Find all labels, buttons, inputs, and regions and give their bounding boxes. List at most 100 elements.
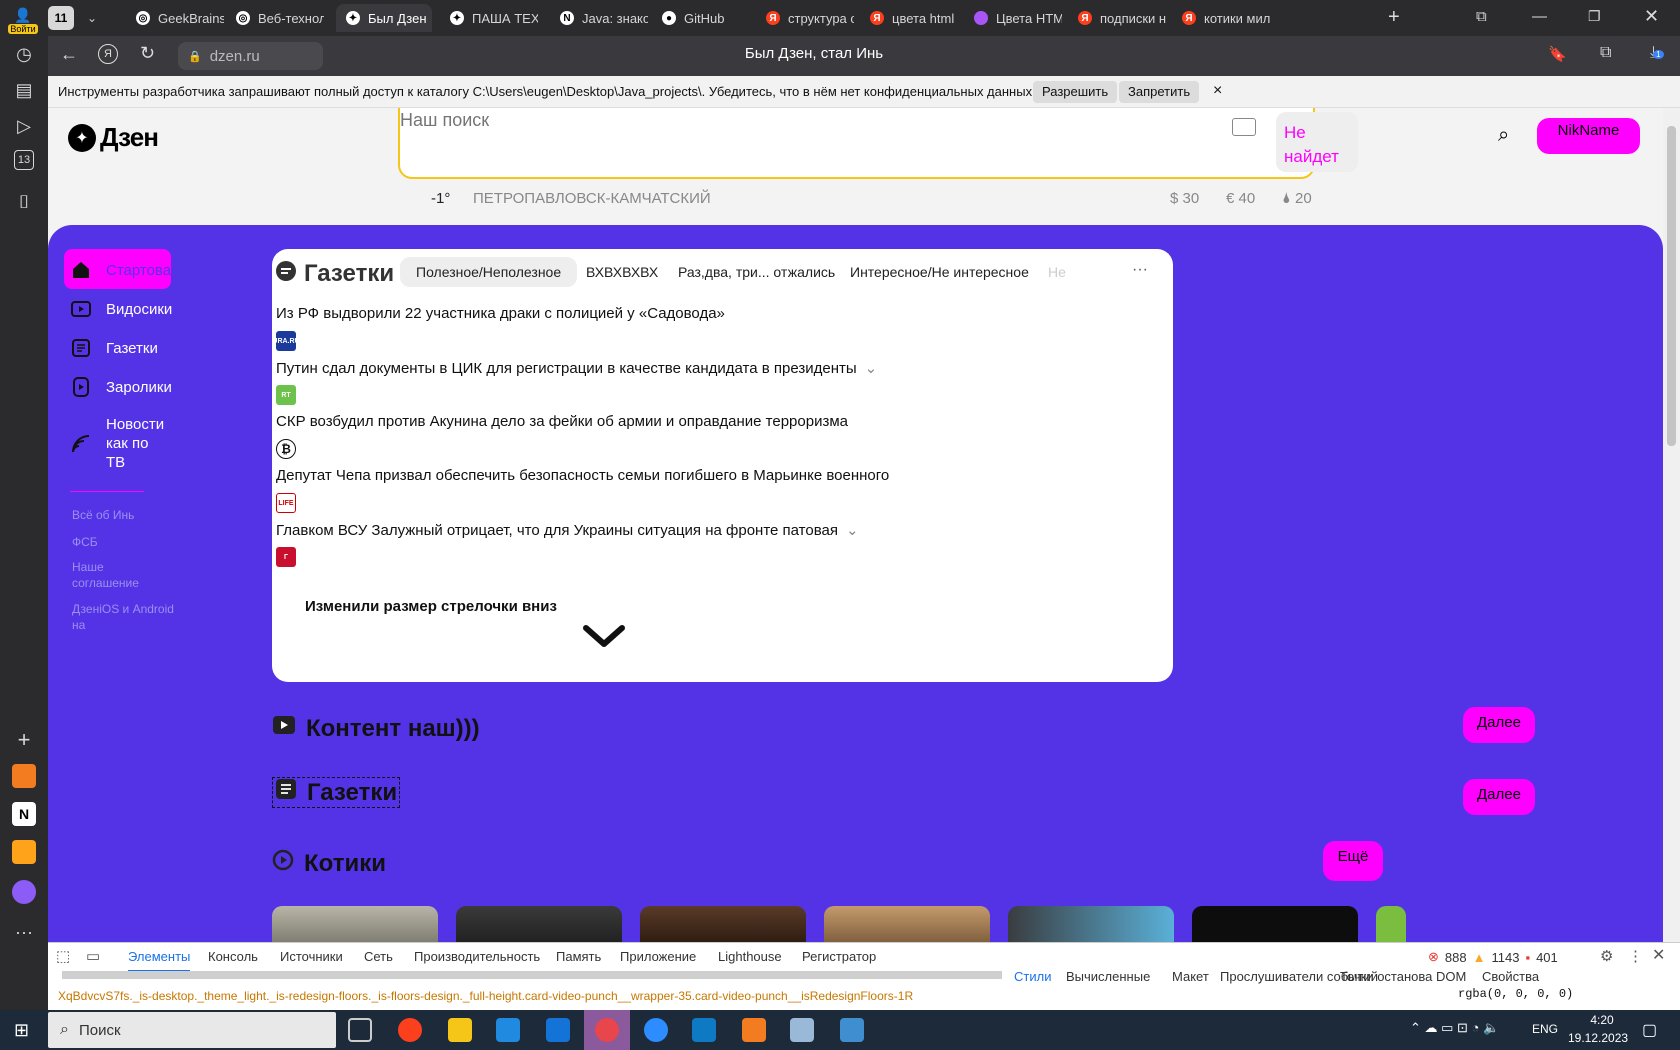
- tab-5[interactable]: N Java: знаком: [550, 4, 648, 32]
- video-icon[interactable]: ▷: [10, 112, 38, 140]
- news-source-logo[interactable]: RT: [276, 385, 296, 405]
- vscode-icon[interactable]: [692, 1018, 716, 1042]
- calendar-icon[interactable]: 13: [14, 150, 34, 170]
- reading-list-icon[interactable]: ⧉: [1600, 44, 1611, 62]
- tab-11[interactable]: Якотики мил: [1172, 4, 1270, 32]
- section-cats-title[interactable]: Котики: [272, 849, 386, 878]
- cat-thumbnail[interactable]: [456, 906, 622, 942]
- styles-pane-tab[interactable]: Свойства: [1482, 969, 1539, 984]
- styles-pane-tab[interactable]: Макет: [1172, 969, 1209, 984]
- devtools-tab[interactable]: Lighthouse: [718, 949, 782, 964]
- styles-pane-tab[interactable]: Стили: [1014, 969, 1051, 984]
- news-item[interactable]: Путин сдал документы в ЦИК для регистрац…: [276, 359, 877, 378]
- inspect-icon[interactable]: ⬚: [56, 947, 70, 965]
- zoom-icon[interactable]: [644, 1018, 668, 1042]
- dom-breadcrumb[interactable]: XqBdvcvS7fs._is-desktop._theme_light._is…: [58, 989, 988, 1003]
- keyboard-icon[interactable]: [1232, 118, 1256, 136]
- kebab-icon[interactable]: ⋮: [1628, 947, 1643, 965]
- sidebar-item-shorts[interactable]: Заролики: [70, 376, 172, 398]
- news-source-logo[interactable]: URA.RU: [272, 331, 300, 351]
- tab-3[interactable]: ✦Был Дзен✕: [336, 4, 432, 32]
- cat-thumbnail[interactable]: [824, 906, 990, 942]
- chevron-down-icon[interactable]: ⌄: [846, 521, 859, 539]
- task-view-icon[interactable]: [348, 1018, 372, 1042]
- more-icon[interactable]: ···: [1132, 261, 1148, 279]
- store-icon[interactable]: [496, 1018, 520, 1042]
- notifications-icon[interactable]: ▢: [1642, 1020, 1657, 1040]
- sidebar-item-newspapers[interactable]: Газетки: [70, 337, 158, 359]
- cat-thumbnail[interactable]: [272, 906, 438, 942]
- news-source-logo[interactable]: LIFE: [276, 493, 296, 513]
- page-scrollbar[interactable]: [1663, 108, 1680, 942]
- cat-thumbnail[interactable]: [640, 906, 806, 942]
- oil-rate[interactable]: 🌢 20: [1282, 190, 1312, 207]
- section-content-title[interactable]: Контент наш))): [272, 713, 480, 744]
- devtools-tab[interactable]: Производительность: [414, 949, 540, 964]
- deny-button[interactable]: Запретить: [1119, 81, 1200, 103]
- screenshot-icon[interactable]: ⌷: [10, 188, 38, 216]
- weather[interactable]: -1°: [431, 190, 450, 207]
- close-window-icon[interactable]: ✕: [1644, 6, 1659, 27]
- tab-10[interactable]: Яподписки н: [1068, 4, 1166, 32]
- language[interactable]: ENG: [1532, 1022, 1558, 1036]
- search-input[interactable]: [400, 110, 1100, 131]
- more-cats-button[interactable]: Ещё: [1323, 841, 1383, 881]
- tab-4[interactable]: ✦ ПАША ТЕХ: [440, 4, 538, 32]
- settings-icon[interactable]: ⚙: [1600, 947, 1613, 965]
- close-icon[interactable]: ×: [1213, 82, 1222, 100]
- footer-link-fsb[interactable]: ФСБ: [72, 534, 98, 550]
- sidebar-item-videos[interactable]: Видосики: [70, 298, 172, 320]
- tab-8[interactable]: Яцвета html: [860, 4, 958, 32]
- history-icon[interactable]: ◷: [10, 40, 38, 68]
- app-shortcut-icon[interactable]: [742, 1018, 766, 1042]
- mail-icon[interactable]: [546, 1018, 570, 1042]
- news-item[interactable]: Главком ВСУ Залужный отрицает, что для У…: [276, 521, 859, 540]
- devtools-tab[interactable]: Сеть: [364, 949, 393, 964]
- close-devtools-icon[interactable]: ✕: [1652, 945, 1665, 965]
- more-content-button[interactable]: Далее: [1463, 707, 1535, 743]
- tab-2[interactable]: ◎ Веб-технол: [226, 4, 324, 32]
- search-icon[interactable]: ⌕: [1498, 124, 1509, 147]
- minimize-icon[interactable]: —: [1532, 8, 1547, 25]
- sidebar-item-start[interactable]: Стартовая: [70, 259, 179, 281]
- devtools-tab[interactable]: Источники: [280, 949, 343, 964]
- new-tab-button[interactable]: +: [1388, 6, 1400, 29]
- collections-icon[interactable]: ▤: [10, 76, 38, 104]
- clock-date[interactable]: 19.12.2023: [1568, 1031, 1628, 1045]
- windows-start-icon[interactable]: ⊞: [14, 1020, 29, 1041]
- image-viewer-icon[interactable]: [790, 1018, 814, 1042]
- tray-icons[interactable]: ⌃ ☁ ▭ ⊡ ◔ 🔈: [1410, 1020, 1499, 1036]
- search-button[interactable]: Не найдет: [1276, 112, 1358, 172]
- scrollbar-thumb[interactable]: [1667, 126, 1676, 446]
- category-chip[interactable]: Раз,два, три... отжались: [662, 257, 851, 287]
- tab-count[interactable]: 11: [48, 6, 74, 30]
- more-icon[interactable]: ···: [10, 918, 38, 946]
- city[interactable]: ПЕТРОПАВЛОВСК-КАМЧАТСКИЙ: [473, 190, 711, 207]
- styles-pane-tab[interactable]: Вычисленные: [1066, 969, 1150, 984]
- yandex-browser-icon[interactable]: [398, 1018, 422, 1042]
- tab-9[interactable]: Цвета HTML: [964, 4, 1062, 32]
- footer-link-agreement[interactable]: Наше соглашение: [72, 559, 152, 591]
- devtools-counters[interactable]: ⊗ 888 ▲ 1143 ▪ 401: [1428, 949, 1558, 965]
- devtools-tab[interactable]: Приложение: [620, 949, 696, 964]
- cat-thumbnail[interactable]: [1008, 906, 1174, 942]
- profile-button[interactable]: 👤 Войти: [8, 6, 38, 34]
- styles-pane-tab[interactable]: Точки останова DOM: [1340, 969, 1466, 984]
- dzen-logo[interactable]: ✦ Дзен: [68, 122, 159, 153]
- paint-icon[interactable]: [840, 1018, 864, 1042]
- taskbar-active-app[interactable]: [584, 1010, 630, 1050]
- chevron-down-icon[interactable]: ⌄: [82, 6, 102, 30]
- devtools-tab[interactable]: Память: [556, 949, 601, 964]
- cat-thumbnail[interactable]: [1376, 906, 1406, 942]
- devtools-tab[interactable]: Консоль: [208, 949, 258, 964]
- news-source-logo[interactable]: ₿: [276, 439, 296, 459]
- clock-time[interactable]: 4:20: [1580, 1013, 1624, 1027]
- usd-rate[interactable]: $ 30: [1170, 190, 1199, 207]
- download-icon[interactable]: ⤓1: [1650, 44, 1664, 62]
- devtools-scrollbar[interactable]: [62, 971, 1002, 979]
- category-chip[interactable]: Полезное/Неполезное: [400, 257, 578, 287]
- cat-thumbnail[interactable]: [1192, 906, 1358, 942]
- allow-button[interactable]: Разрешить: [1033, 81, 1118, 103]
- app-shortcut-icon[interactable]: [12, 764, 36, 788]
- eur-rate[interactable]: € 40: [1226, 190, 1255, 207]
